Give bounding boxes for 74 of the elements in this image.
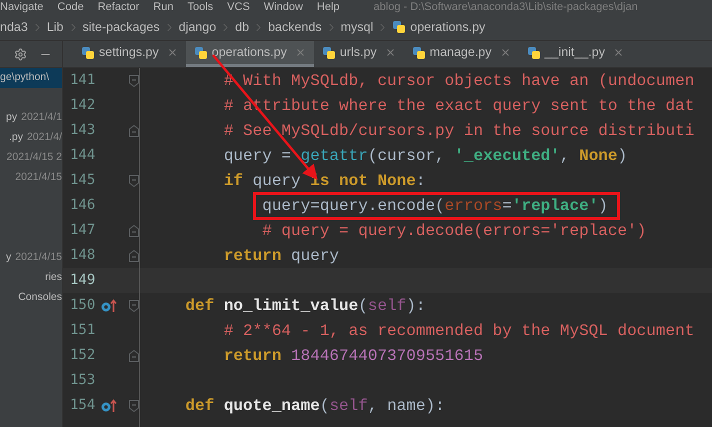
close-icon[interactable] [294, 47, 306, 58]
fold-marker-icon[interactable] [129, 350, 139, 362]
project-tree-item[interactable]: py 2021/4/1 [0, 108, 62, 128]
project-tree-item[interactable]: ries [0, 268, 62, 288]
fold-marker-icon[interactable] [129, 224, 139, 236]
code-line: return query [222, 246, 340, 266]
code-line: # query = query.decode(errors='replace') [261, 220, 646, 240]
settings-icon[interactable] [14, 48, 27, 60]
code-line: query=query.encode(errors='replace') [147, 196, 608, 216]
project-tree-item[interactable]: y 2021/4/15 [0, 248, 62, 268]
code-line: return 18446744073709551615 [222, 346, 484, 366]
close-icon[interactable] [612, 47, 624, 58]
python-file-icon [322, 46, 336, 60]
line-number: 154 [69, 396, 96, 415]
line-number: 141 [69, 71, 96, 90]
breadcrumb-item[interactable]: mysql [340, 18, 374, 36]
breadcrumb-item[interactable]: Lib [46, 18, 64, 36]
editor-tab[interactable]: manage.py [404, 41, 519, 67]
breadcrumb-item[interactable]: backends [268, 18, 322, 36]
menu-item[interactable]: Run [153, 1, 174, 14]
window-title: ablog - D:\Software\anaconda3\Lib\site-packages\djan [374, 1, 638, 14]
python-file-icon [194, 46, 208, 60]
breadcrumb-item[interactable]: db [235, 18, 250, 36]
line-number: 143 [69, 121, 96, 140]
project-tree-item[interactable]: 2021/4/15 2 [0, 148, 62, 168]
project-tree-item[interactable]: .py 2021/4/ [0, 128, 62, 148]
line-number: 148 [69, 246, 96, 265]
line-number: 147 [69, 221, 96, 240]
menu-item[interactable]: Navigate [0, 1, 44, 14]
close-icon[interactable] [384, 47, 396, 58]
menu-item[interactable]: Code [57, 1, 84, 14]
project-tree-item[interactable]: Consoles [0, 288, 62, 308]
editor-tab[interactable]: urls.py [314, 41, 404, 67]
python-file-icon [81, 46, 95, 60]
fold-marker-icon[interactable] [129, 74, 139, 86]
line-number: 144 [69, 146, 96, 165]
code-line: def no_limit_value(self): [184, 296, 426, 316]
editor-tab[interactable]: __init__.py [518, 41, 632, 67]
code-line: def quote_name(self, name): [184, 396, 445, 416]
code-line: # See MySQLdb/cursors.py in the source distributi [222, 120, 694, 140]
line-number: 146 [69, 196, 96, 215]
fold-marker-icon[interactable] [129, 400, 139, 412]
fold-marker-icon[interactable] [129, 174, 139, 186]
project-tree-item[interactable]: ge\python\ [0, 68, 62, 88]
code-line: # 2**64 - 1, as recommended by the MySQL document [222, 320, 694, 340]
python-file-icon [526, 46, 541, 60]
line-number: 145 [69, 171, 96, 190]
python-file-icon [412, 46, 426, 60]
menu-item[interactable]: VCS [227, 1, 250, 14]
breadcrumb-item[interactable]: operations.py [410, 18, 486, 36]
editor-tab[interactable]: settings.py [73, 41, 186, 67]
project-tree-item[interactable]: 2021/4/15 [0, 168, 62, 188]
line-number: 149 [69, 271, 96, 290]
line-number: 151 [69, 321, 96, 340]
breadcrumb-item[interactable]: django [178, 18, 216, 36]
line-number: 152 [69, 346, 96, 365]
close-icon[interactable] [500, 47, 511, 58]
line-number: 153 [69, 371, 96, 390]
menu-item[interactable]: Help [316, 1, 340, 14]
circle-arrow-icon[interactable] [101, 398, 117, 412]
circle-arrow-icon[interactable] [101, 298, 117, 312]
breadcrumb-item[interactable]: site-packages [82, 18, 160, 36]
close-icon[interactable] [166, 47, 178, 58]
menu-item[interactable]: Tools [187, 1, 214, 14]
fold-marker-icon[interactable] [129, 300, 139, 312]
fold-marker-icon[interactable] [129, 250, 139, 262]
line-number: 150 [69, 296, 96, 315]
breadcrumb-item[interactable]: nda3 [0, 18, 28, 36]
menu-item[interactable]: Window [264, 1, 303, 14]
menu-item[interactable]: Refactor [98, 1, 140, 14]
line-number: 142 [69, 96, 96, 115]
code-line: query = getattr(cursor, '_executed', None) [222, 146, 628, 166]
fold-marker-icon[interactable] [129, 124, 139, 136]
editor-tab[interactable]: operations.py [186, 41, 314, 67]
